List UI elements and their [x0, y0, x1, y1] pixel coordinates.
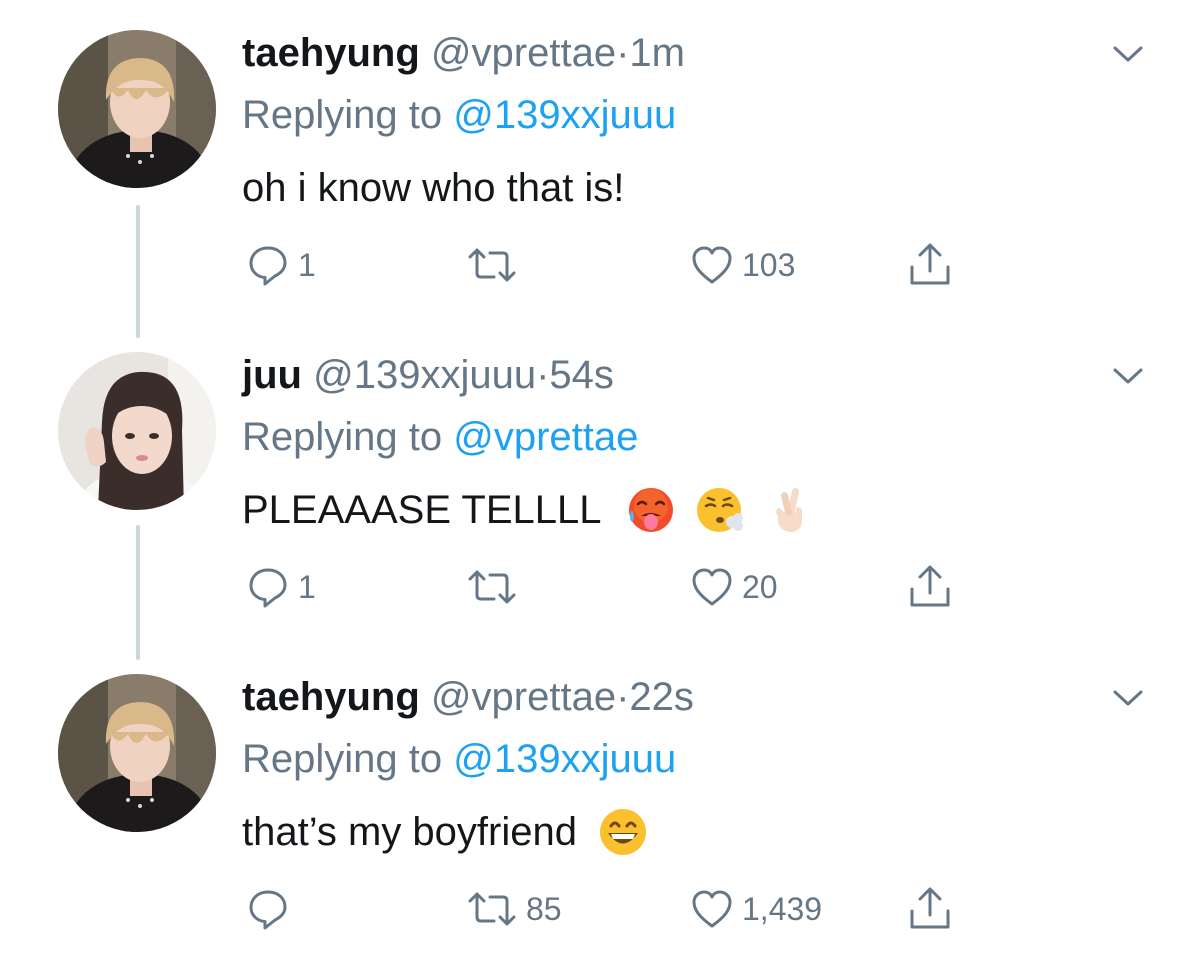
reply-count: 1	[298, 568, 316, 605]
retweet-icon	[466, 243, 518, 287]
avatar-image	[58, 352, 216, 510]
retweet-count: 85	[526, 890, 562, 927]
share-button[interactable]	[906, 884, 954, 934]
separator-dot: ·	[616, 31, 630, 75]
tweet-text: PLEAAASE TELLLL	[242, 484, 816, 536]
avatar-image	[58, 674, 216, 832]
like-icon	[690, 243, 734, 287]
retweet-icon	[466, 887, 518, 931]
reply-count: 1	[298, 246, 316, 283]
timestamp[interactable]: 54s	[549, 353, 614, 397]
share-icon	[906, 241, 954, 289]
retweet-button[interactable]	[466, 240, 526, 290]
tweet[interactable]: taehyung @vprettae·1m Replying to @139xx…	[0, 0, 1200, 320]
tweet-actions: 85 1,439	[0, 884, 1200, 934]
tweet-actions: 1 20	[0, 562, 1200, 612]
tweet-text-content: oh i know who that is!	[242, 166, 625, 210]
display-name[interactable]: juu	[242, 353, 302, 397]
replying-prefix: Replying to	[242, 415, 443, 459]
timestamp[interactable]: 1m	[629, 31, 685, 75]
user-handle[interactable]: @vprettae	[431, 31, 616, 75]
tweet-header: juu @139xxjuuu·54s	[242, 350, 614, 400]
like-count: 20	[742, 568, 778, 605]
tweet-text-content: that’s my boyfriend	[242, 810, 577, 854]
chevron-down-icon[interactable]	[1108, 40, 1148, 66]
replying-to: Replying to @vprettae	[242, 412, 638, 462]
retweet-button[interactable]: 85	[466, 884, 562, 934]
like-count: 103	[742, 246, 796, 283]
avatar[interactable]	[58, 30, 216, 188]
like-button[interactable]: 1,439	[690, 884, 822, 934]
avatar[interactable]	[58, 352, 216, 510]
like-icon	[690, 887, 734, 931]
replying-to: Replying to @139xxjuuu	[242, 90, 676, 140]
like-button[interactable]: 20	[690, 562, 778, 612]
avatar-image	[58, 30, 216, 188]
tweet[interactable]: juu @139xxjuuu·54s Replying to @vprettae…	[0, 322, 1200, 642]
replying-prefix: Replying to	[242, 93, 443, 137]
chevron-down-icon[interactable]	[1108, 684, 1148, 710]
mention-link[interactable]: @vprettae	[453, 415, 638, 459]
share-icon	[906, 885, 954, 933]
reply-icon	[246, 565, 290, 609]
tweet-text: oh i know who that is!	[242, 162, 624, 214]
share-button[interactable]	[906, 240, 954, 290]
timestamp[interactable]: 22s	[629, 675, 694, 719]
reply-button[interactable]: 1	[246, 562, 316, 612]
separator-dot: ·	[536, 353, 550, 397]
user-handle[interactable]: @vprettae	[431, 675, 616, 719]
reply-icon	[246, 887, 290, 931]
like-icon	[690, 565, 734, 609]
reply-button[interactable]: 1	[246, 240, 316, 290]
retweet-button[interactable]	[466, 562, 526, 612]
tweet-text-content: PLEAAASE TELLLL	[242, 488, 602, 532]
user-handle[interactable]: @139xxjuuu	[313, 353, 536, 397]
tweet-text: that’s my boyfriend	[242, 806, 649, 858]
share-button[interactable]	[906, 562, 954, 612]
reply-button[interactable]	[246, 884, 298, 934]
replying-prefix: Replying to	[242, 737, 443, 781]
grinning-face-emoji	[597, 806, 649, 858]
face-exhaling-emoji	[694, 484, 746, 536]
share-icon	[906, 563, 954, 611]
replying-to: Replying to @139xxjuuu	[242, 734, 676, 784]
avatar[interactable]	[58, 674, 216, 832]
crossed-fingers-emoji	[764, 484, 816, 536]
like-button[interactable]: 103	[690, 240, 795, 290]
separator-dot: ·	[616, 675, 630, 719]
tweet[interactable]: taehyung @vprettae·22s Replying to @139x…	[0, 644, 1200, 964]
reply-icon	[246, 243, 290, 287]
mention-link[interactable]: @139xxjuuu	[453, 737, 676, 781]
like-count: 1,439	[742, 890, 823, 927]
tweet-actions: 1 103	[0, 240, 1200, 290]
retweet-icon	[466, 565, 518, 609]
hot-face-emoji	[624, 484, 676, 536]
display-name[interactable]: taehyung	[242, 675, 420, 719]
tweet-header: taehyung @vprettae·22s	[242, 672, 694, 722]
display-name[interactable]: taehyung	[242, 31, 420, 75]
tweet-header: taehyung @vprettae·1m	[242, 28, 685, 78]
mention-link[interactable]: @139xxjuuu	[453, 93, 676, 137]
chevron-down-icon[interactable]	[1108, 362, 1148, 388]
